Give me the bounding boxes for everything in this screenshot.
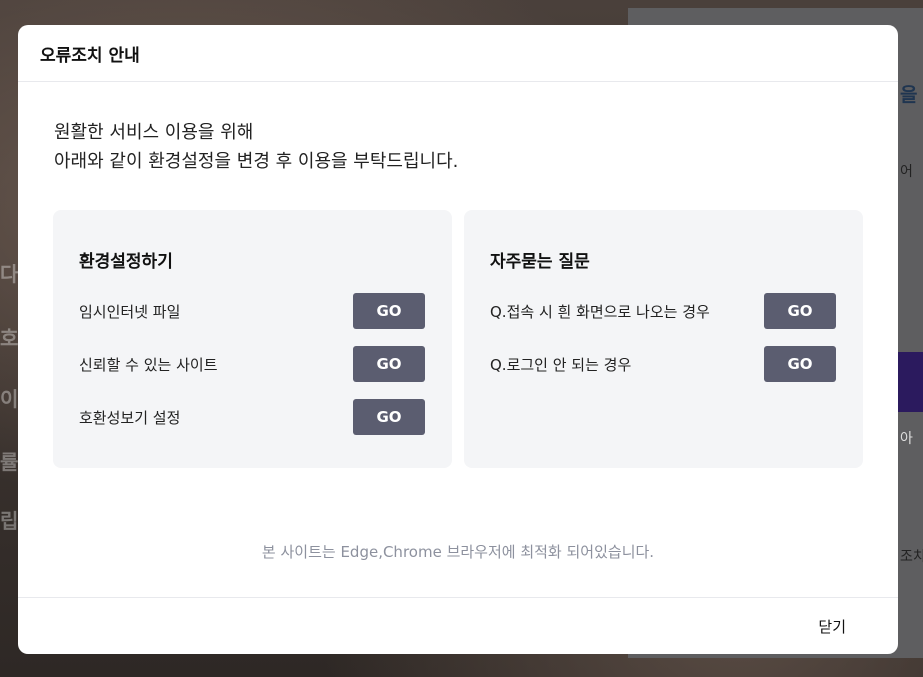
background-text: 립 bbox=[0, 509, 19, 533]
settings-item-trusted-sites: 신뢰할 수 있는 사이트 GO bbox=[79, 346, 425, 382]
modal-title: 오류조치 안내 bbox=[40, 45, 140, 66]
intro-line: 원활한 서비스 이용을 위해 bbox=[54, 122, 254, 143]
background-text: 률 bbox=[0, 450, 19, 474]
browser-notice: 본 사이트는 Edge,Chrome 브라우저에 최적화 되어있습니다. bbox=[261, 543, 655, 561]
faq-item-login-failure: Q.로그인 안 되는 경우 GO bbox=[490, 346, 836, 382]
settings-item-label: 신뢰할 수 있는 사이트 bbox=[79, 355, 218, 374]
login-failure-go-button[interactable]: GO bbox=[764, 346, 836, 382]
background-text: 호 bbox=[0, 326, 19, 350]
faq-item-label: Q.로그인 안 되는 경우 bbox=[490, 355, 632, 374]
faq-item-label: Q.접속 시 흰 화면으로 나오는 경우 bbox=[490, 302, 710, 321]
settings-card-title: 환경설정하기 bbox=[79, 252, 173, 272]
faq-card-title: 자주묻는 질문 bbox=[490, 252, 590, 272]
background-purple-block bbox=[898, 352, 923, 412]
settings-card: 환경설정하기 임시인터넷 파일 GO 신뢰할 수 있는 사이트 GO 호환성보기… bbox=[53, 210, 452, 468]
background-text: 이 bbox=[0, 387, 19, 411]
faq-item-white-screen: Q.접속 시 흰 화면으로 나오는 경우 GO bbox=[490, 293, 836, 329]
trusted-sites-go-button[interactable]: GO bbox=[353, 346, 425, 382]
intro-line: 아래와 같이 환경설정을 변경 후 이용을 부탁드립니다. bbox=[54, 151, 459, 172]
background-side-text: 조치 bbox=[900, 549, 923, 565]
background-side-text: 아 bbox=[900, 431, 913, 447]
settings-item-temp-files: 임시인터넷 파일 GO bbox=[79, 293, 425, 329]
faq-card: 자주묻는 질문 Q.접속 시 흰 화면으로 나오는 경우 GO Q.로그인 안 … bbox=[464, 210, 863, 468]
compatibility-view-go-button[interactable]: GO bbox=[353, 399, 425, 435]
background-text: 다 bbox=[0, 262, 19, 286]
settings-item-compatibility-view: 호환성보기 설정 GO bbox=[79, 399, 425, 435]
background-side-text: 을 bbox=[900, 84, 918, 106]
error-guide-modal: 오류조치 안내 원활한 서비스 이용을 위해 아래와 같이 환경설정을 변경 후… bbox=[18, 25, 898, 654]
close-button[interactable]: 닫기 bbox=[818, 616, 846, 637]
settings-item-label: 임시인터넷 파일 bbox=[79, 302, 181, 321]
white-screen-go-button[interactable]: GO bbox=[764, 293, 836, 329]
intro-text: 원활한 서비스 이용을 위해 아래와 같이 환경설정을 변경 후 이용을 부탁드… bbox=[54, 118, 458, 176]
background-side-text: 어 bbox=[900, 164, 913, 180]
modal-footer: 닫기 bbox=[18, 597, 898, 654]
temp-files-go-button[interactable]: GO bbox=[353, 293, 425, 329]
modal-header: 오류조치 안내 bbox=[18, 25, 898, 82]
settings-item-label: 호환성보기 설정 bbox=[79, 408, 181, 427]
